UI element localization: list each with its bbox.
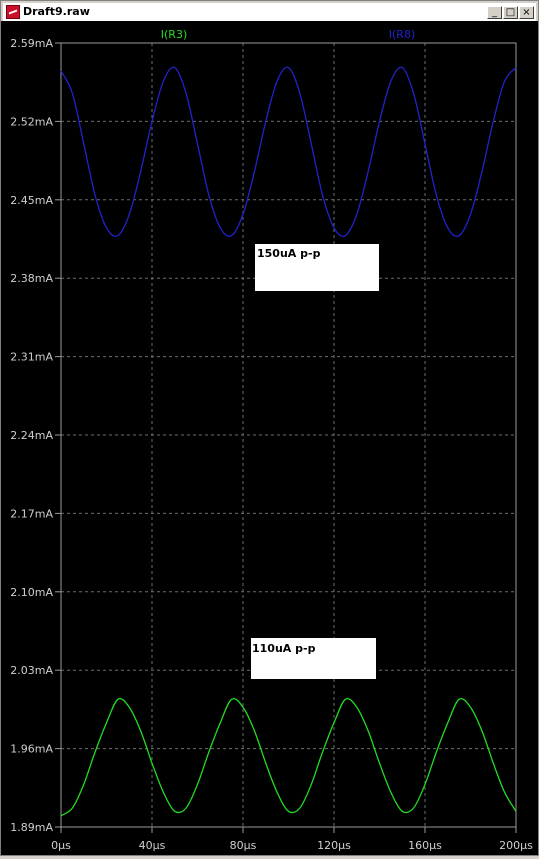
x-tick-label: 120µs xyxy=(317,839,351,852)
annotation-text-r3: 110uA p-p xyxy=(252,642,316,655)
chart-background xyxy=(1,21,538,855)
y-tick-label: 2.31mA xyxy=(10,351,53,364)
x-tick-label: 160µs xyxy=(408,839,442,852)
y-tick-label: 1.96mA xyxy=(10,743,53,756)
waveform-chart[interactable]: 2.59mA 2.52mA 2.45mA 2.38mA 2.31mA 2.24mA 2.17… xyxy=(1,21,538,855)
plot-area[interactable]: 2.59mA 2.52mA 2.45mA 2.38mA 2.31mA 2.24mA 2.17… xyxy=(1,21,538,855)
y-tick-label: 2.45mA xyxy=(10,194,53,207)
title-bar[interactable]: Draft9.raw _ □ × xyxy=(3,3,536,21)
x-tick-label: 200µs xyxy=(499,839,533,852)
y-tick-label: 2.10mA xyxy=(10,586,53,599)
y-tick-label: 1.89mA xyxy=(10,821,53,834)
y-tick-label: 2.17mA xyxy=(10,507,53,520)
window-title: Draft9.raw xyxy=(23,5,90,18)
y-tick-label: 2.38mA xyxy=(10,272,53,285)
y-tick-label: 2.03mA xyxy=(10,664,53,677)
annotation-text-r8: 150uA p-p xyxy=(257,247,321,260)
plot-window: Draft9.raw _ □ × 2.59mA 2.52mA 2.45mA 2.38m… xyxy=(0,0,539,856)
legend-label-ir3[interactable]: I(R3) xyxy=(161,28,187,41)
legend-label-ir8[interactable]: I(R8) xyxy=(389,28,415,41)
x-tick-label: 0µs xyxy=(51,839,71,852)
y-tick-label: 2.52mA xyxy=(10,115,53,128)
y-tick-label: 2.24mA xyxy=(10,429,53,442)
restore-button[interactable]: □ xyxy=(503,6,518,19)
y-tick-label: 2.59mA xyxy=(10,37,53,50)
x-tick-label: 80µs xyxy=(230,839,257,852)
x-tick-label: 40µs xyxy=(139,839,166,852)
minimize-button[interactable]: _ xyxy=(487,6,502,19)
close-button[interactable]: × xyxy=(519,6,534,19)
waveform-app-icon xyxy=(6,5,20,19)
